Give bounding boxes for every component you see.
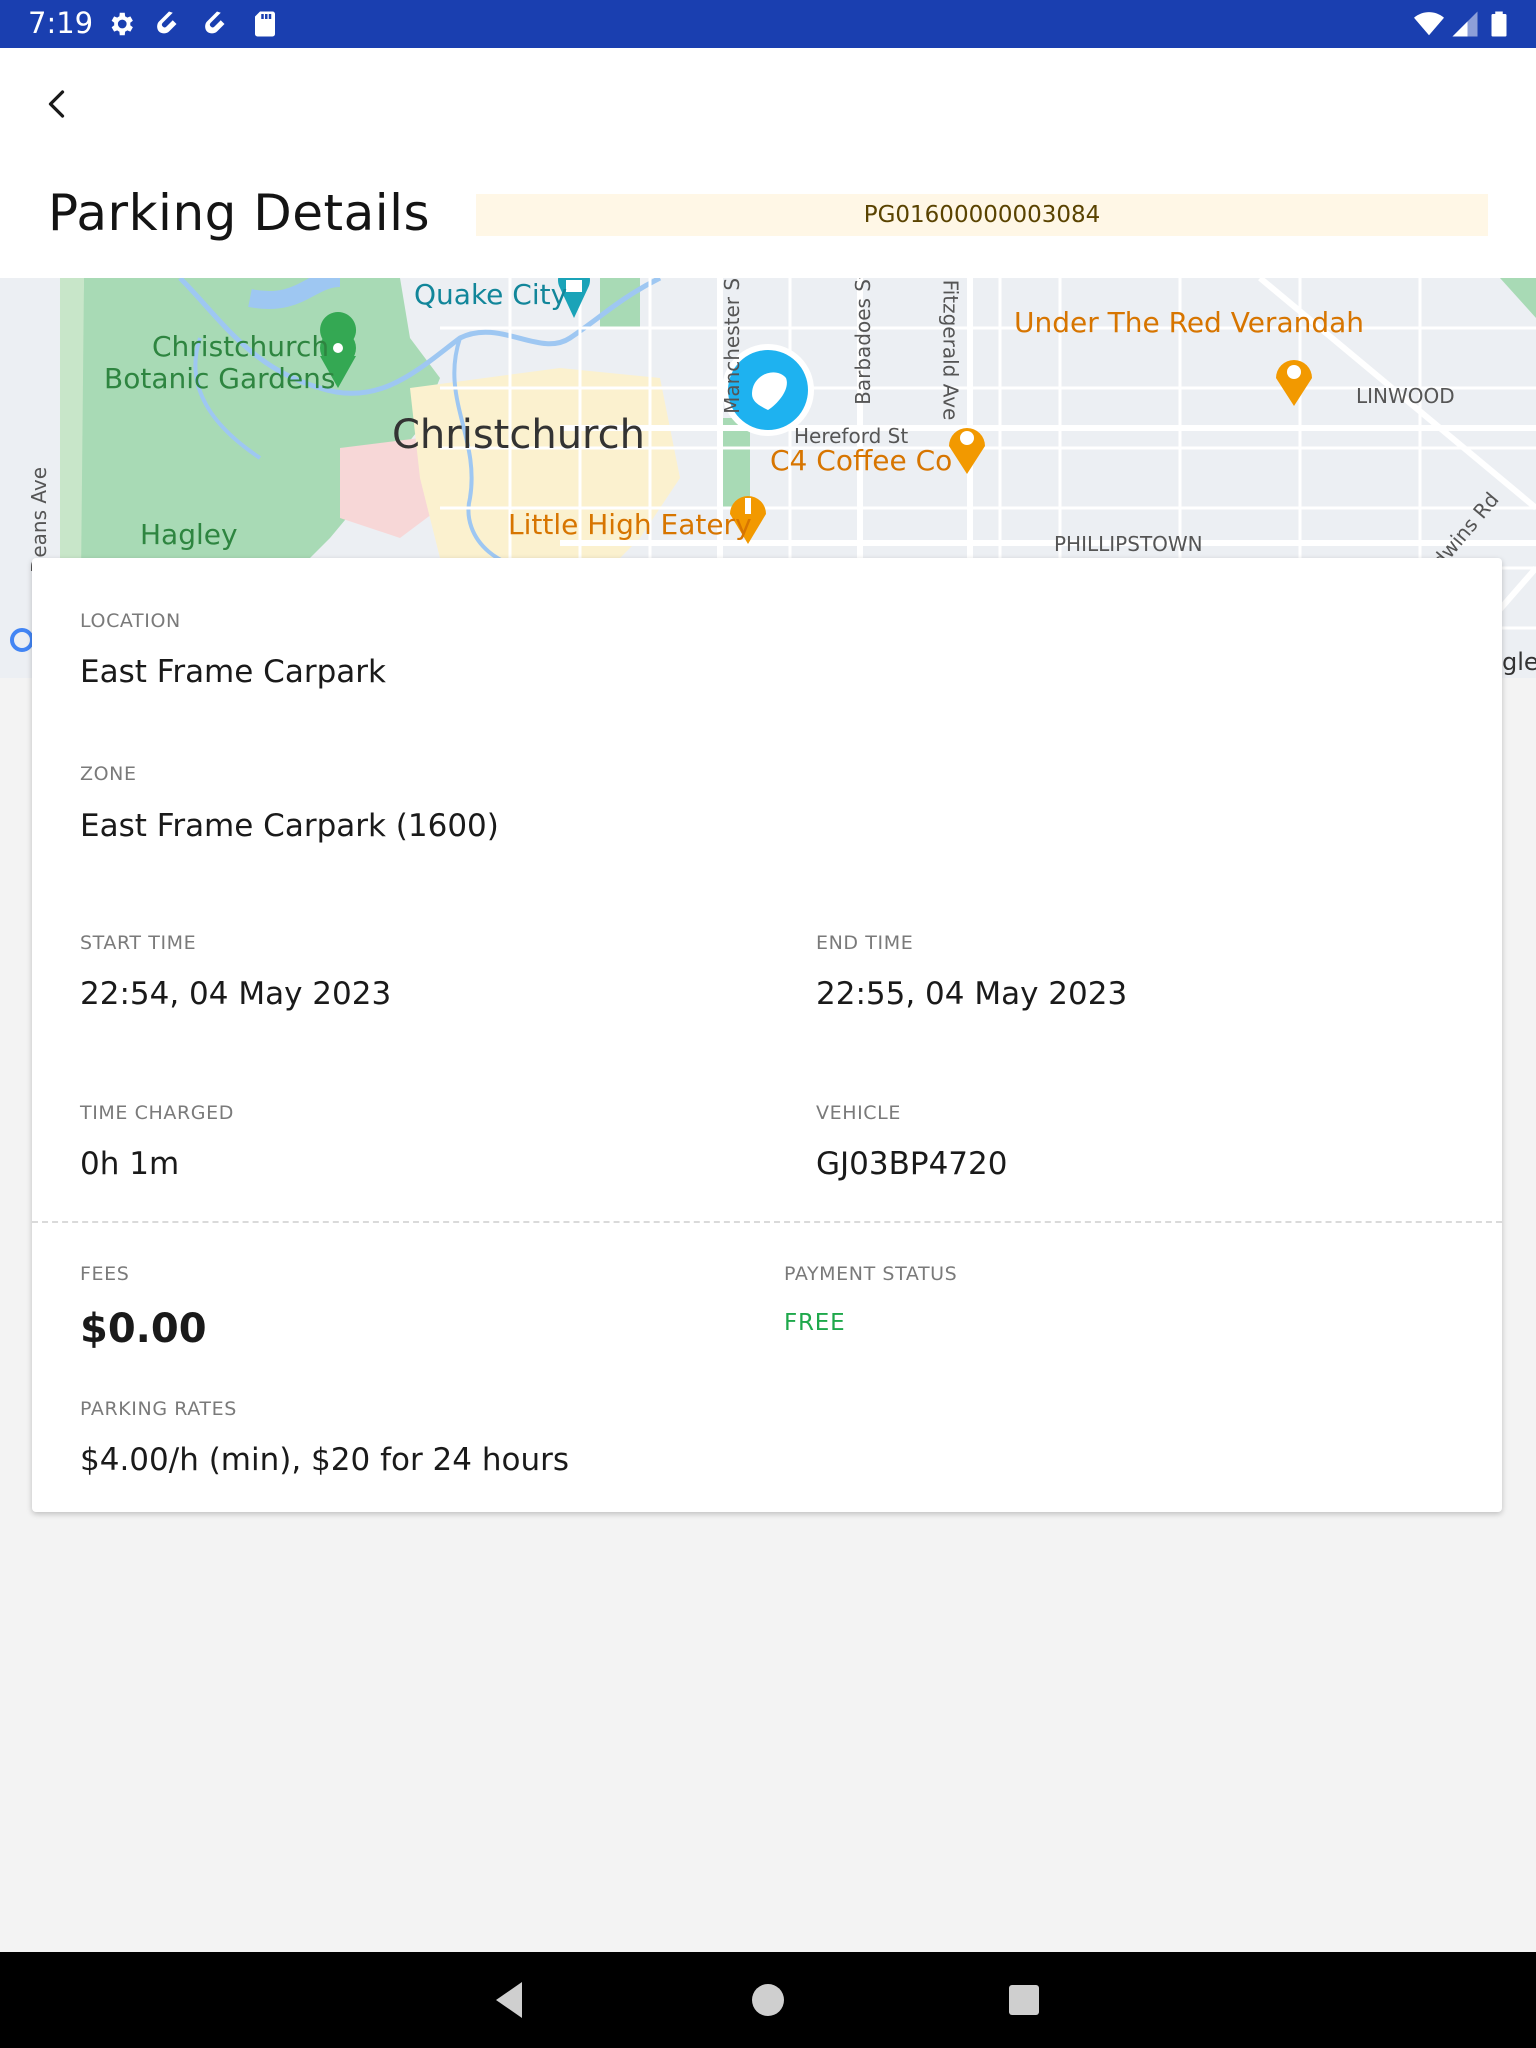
- map-label-hagley: Hagley: [140, 518, 238, 551]
- chevron-left-icon: [48, 90, 65, 118]
- recents-square-icon[interactable]: [1000, 1976, 1048, 2024]
- map-label-quake-city: Quake City: [414, 278, 568, 311]
- time-charged-value: 0h 1m: [80, 1146, 180, 1182]
- map-label-phillipstown: PHILLIPSTOWN: [1054, 532, 1203, 556]
- status-bar: 7:19: [0, 0, 1536, 48]
- location-value: East Frame Carpark: [80, 654, 386, 690]
- location-label: LOCATION: [80, 610, 181, 632]
- fees-label: FEES: [80, 1263, 130, 1285]
- fees-value: $0.00: [80, 1306, 207, 1352]
- map-label-manchester-st: Manchester St: [719, 278, 744, 414]
- back-triangle-icon[interactable]: [486, 1976, 534, 2024]
- page-title: Parking Details: [48, 184, 431, 242]
- map-label-under-red-verandah: Under The Red Verandah: [1014, 306, 1365, 339]
- vehicle-label: VEHICLE: [816, 1102, 901, 1124]
- signal-icon: [1452, 11, 1478, 37]
- battery-icon: [1491, 11, 1507, 37]
- map-label-botanic-1: Christchurch: [152, 330, 330, 363]
- app-icon: [157, 11, 177, 34]
- navigation-bar: [0, 1952, 1536, 2048]
- gear-icon: [111, 12, 133, 36]
- reference-badge: PG01600000003084: [476, 194, 1488, 236]
- header: Parking Details PG01600000003084: [0, 48, 1536, 278]
- home-circle-icon[interactable]: [744, 1976, 792, 2024]
- end-time-label: END TIME: [816, 932, 914, 954]
- map-label-barbadoes-st: Barbadoes St: [850, 278, 875, 405]
- zone-label: ZONE: [80, 763, 137, 785]
- app-icon: [205, 11, 225, 34]
- start-time-label: START TIME: [80, 932, 197, 954]
- zone-value: East Frame Carpark (1600): [80, 808, 499, 844]
- map-label-c4-coffee: C4 Coffee Co: [770, 444, 953, 477]
- status-time: 7:19: [28, 6, 94, 40]
- map-label-city: Christchurch: [392, 412, 645, 458]
- wifi-icon: [1414, 12, 1444, 36]
- start-time-value: 22:54, 04 May 2023: [80, 976, 392, 1012]
- parking-rates-value: $4.00/h (min), $20 for 24 hours: [80, 1442, 570, 1478]
- parking-details-card: LOCATION East Frame Carpark ZONE East Fr…: [32, 558, 1502, 1512]
- map-label-fitzgerald-ave: Fitzgerald Ave: [938, 279, 963, 421]
- back-button[interactable]: [30, 76, 86, 132]
- map-label-linwood: LINWOOD: [1356, 384, 1455, 408]
- map-label-google: gle: [1502, 648, 1536, 676]
- map-label-botanic-2: Botanic Gardens: [104, 362, 336, 395]
- map-label-little-high: Little High Eatery: [508, 508, 752, 541]
- payment-status-value: FREE: [784, 1310, 846, 1336]
- divider: [32, 1221, 1502, 1223]
- end-time-value: 22:55, 04 May 2023: [816, 976, 1128, 1012]
- parking-rates-label: PARKING RATES: [80, 1398, 237, 1420]
- vehicle-value: GJ03BP4720: [816, 1146, 1008, 1182]
- payment-status-label: PAYMENT STATUS: [784, 1263, 958, 1285]
- time-charged-label: TIME CHARGED: [80, 1102, 234, 1124]
- sd-card-icon: [255, 11, 275, 37]
